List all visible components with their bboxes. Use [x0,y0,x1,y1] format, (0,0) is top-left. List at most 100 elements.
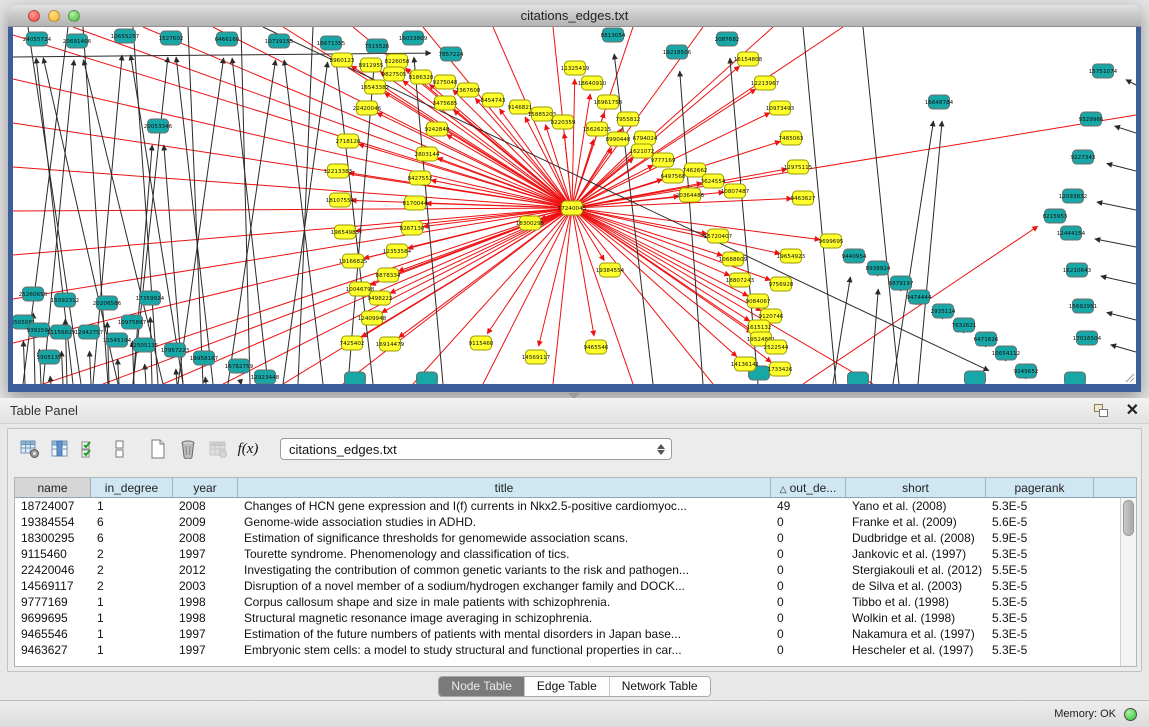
graph-node[interactable]: 9329966 [1079,112,1104,126]
graph-node[interactable]: 2935114 [931,304,956,318]
graph-node[interactable]: 15592312 [51,293,79,307]
graph-node[interactable]: 7857224 [439,47,464,61]
graph-node[interactable]: 9440954 [842,249,867,263]
graph-node[interactable]: 17957223 [161,343,190,357]
graph-node[interactable]: 6471626 [974,332,999,346]
table-row[interactable]: 969969511998Structural magnetic resonanc… [15,610,1120,626]
table-cell[interactable]: 18724007 [15,498,91,514]
table-row[interactable]: 1456911722003Disruption of a novel membe… [15,578,1120,594]
graph-node[interactable]: 16648784 [925,95,954,109]
graph-node[interactable]: 8427552 [408,171,433,185]
column-header-year[interactable]: year [173,478,238,497]
table-cell[interactable]: 1998 [173,610,238,626]
table-cell[interactable]: 1 [91,642,173,658]
graph-node[interactable]: 12942757 [75,325,104,339]
column-header-short[interactable]: short [846,478,986,497]
table-cell[interactable]: 5.3E-5 [986,610,1094,626]
table-cell[interactable]: 2012 [173,562,238,578]
table-cell[interactable]: Nakamura et al. (1997) [846,626,986,642]
table-cell[interactable]: Jankovic et al. (1997) [846,546,986,562]
table-cell[interactable]: Changes of HCN gene expression and I(f) … [238,498,771,514]
graph-node[interactable]: 9245652 [1014,364,1039,378]
graph-node[interactable]: 15626215 [583,122,612,136]
graph-node[interactable]: 12923448 [251,370,280,384]
graph-node[interactable]: 19958167 [190,351,219,365]
table-scrollbar[interactable] [1120,498,1136,666]
graph-node[interactable]: 20206586 [93,296,122,310]
table-cell[interactable]: Stergiakouli et al. (2012) [846,562,986,578]
graph-node[interactable]: 7632621 [952,318,977,332]
table-cell[interactable]: Tourette syndrome. Phenomenology and cla… [238,546,771,562]
graph-node[interactable]: 9474444 [907,290,932,304]
graph-node[interactable]: 6497568 [661,169,686,183]
graph-node[interactable]: 8215953 [1043,209,1068,223]
graph-node[interactable]: 8170044 [403,196,428,210]
graph-node[interactable]: 15692951 [1069,299,1098,313]
column-header-pagerank[interactable]: pagerank [986,478,1094,497]
graph-node[interactable] [1065,372,1086,384]
graph-node[interactable]: 10688609 [719,252,748,266]
graph-node[interactable]: 10654112 [992,346,1020,360]
table-cell[interactable]: 2 [91,562,173,578]
graph-node[interactable]: 3475685 [433,96,458,110]
minimize-window-button[interactable] [48,10,60,22]
table-cell[interactable]: Genome-wide association studies in ADHD. [238,514,771,530]
graph-node[interactable]: 7485063 [779,131,804,145]
table-cell[interactable]: Estimation of the future numbers of pati… [238,626,771,642]
graph-node[interactable]: 8454743 [481,93,506,107]
table-cell[interactable]: 5.3E-5 [986,642,1094,658]
table-cell[interactable]: 0 [771,546,846,562]
graph-node[interactable]: 2803144 [415,147,440,161]
zoom-window-button[interactable] [68,10,80,22]
graph-node[interactable]: 18640910 [578,76,607,90]
column-header-name[interactable]: name [15,478,91,497]
graph-node[interactable]: 12409948 [358,311,387,325]
table-row[interactable]: 946362711997Embryonic stem cells: a mode… [15,642,1120,658]
table-cell[interactable]: 0 [771,562,846,578]
graph-node[interactable]: 2087682 [715,32,740,46]
table-cell[interactable]: Structural magnetic resonance image aver… [238,610,771,626]
graph-node[interactable]: 19166825 [339,254,368,268]
graph-node[interactable]: 9498222 [368,291,393,305]
table-settings-icon[interactable] [18,437,42,461]
graph-node[interactable]: 8938924 [866,261,891,275]
graph-node[interactable]: 1527602 [159,31,184,45]
graph-node[interactable]: 9465546 [584,340,609,354]
table-cell[interactable]: 5.3E-5 [986,578,1094,594]
delete-table-icon[interactable] [176,437,200,461]
float-panel-icon[interactable] [1094,404,1110,418]
table-cell[interactable]: 9465546 [15,626,91,642]
table-cell[interactable]: 5.3E-5 [986,546,1094,562]
graph-node[interactable]: 9756928 [769,277,794,291]
table-cell[interactable]: Hescheler et al. (1997) [846,642,986,658]
table-cell[interactable]: 2 [91,578,173,594]
graph-node[interactable]: 9827505 [382,67,407,81]
table-cell[interactable]: 1997 [173,642,238,658]
graph-node[interactable]: 10719155 [265,34,294,48]
graph-node[interactable]: 1733426 [768,362,793,376]
function-builder-icon[interactable]: f(x) [236,437,260,461]
graph-node[interactable]: 9115460 [469,336,494,350]
graph-node[interactable]: 8912955 [359,58,384,72]
table-cell[interactable]: Wolkin et al. (1998) [846,610,986,626]
table-cell[interactable]: 6 [91,530,173,546]
table-cell[interactable]: 5.6E-5 [986,514,1094,530]
table-cell[interactable]: Corpus callosum shape and size in male p… [238,594,771,610]
table-cell[interactable]: 0 [771,514,846,530]
graph-node[interactable]: 2718120 [336,134,361,148]
table-selector[interactable]: citations_edges.txt [280,438,672,460]
graph-node[interactable]: 6466160 [215,32,240,46]
table-cell[interactable]: 5.3E-5 [986,498,1094,514]
tab-node-table[interactable]: Node Table [439,677,525,696]
graph-node[interactable]: 10975887 [118,315,147,329]
graph-node[interactable]: 8186328 [409,70,434,84]
table-row[interactable]: 977716911998Corpus callosum shape and si… [15,594,1120,610]
graph-node[interactable]: 16154808 [734,52,763,66]
graph-node[interactable]: 10807487 [721,184,750,198]
table-cell[interactable]: 49 [771,498,846,514]
graph-node[interactable]: 11156829 [47,325,76,339]
close-panel-icon[interactable]: ✕ [1126,404,1139,418]
graph-node[interactable]: 17359924 [136,291,165,305]
network-canvas[interactable]: 2405572420691406106552571527602646616010… [13,27,1136,384]
table-cell[interactable]: Tibbo et al. (1998) [846,594,986,610]
